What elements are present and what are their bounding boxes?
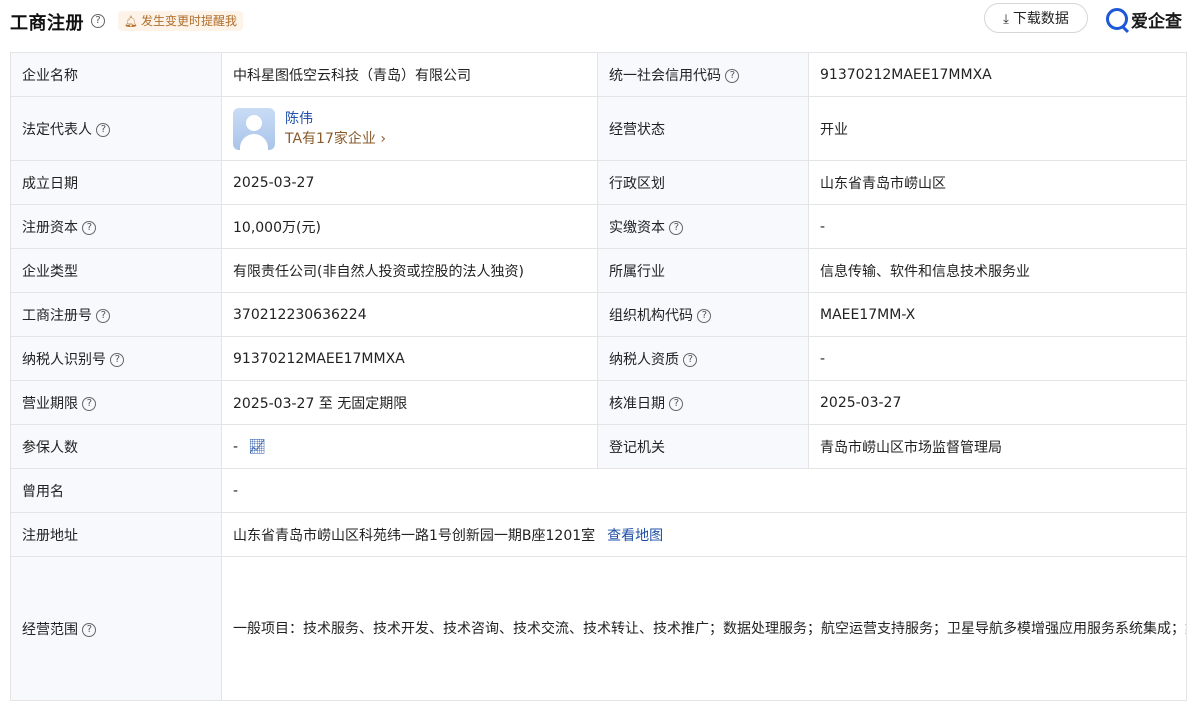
download-data-button[interactable]: ⤓ 下载数据 bbox=[984, 3, 1088, 33]
company-type-value: 有限责任公司(非自然人投资或控股的法人独资) bbox=[221, 248, 598, 293]
question-circle-icon[interactable]: ? bbox=[110, 352, 125, 367]
field-label: 工商注册号 ? bbox=[10, 292, 222, 337]
capital-value: 10,000万(元) bbox=[221, 204, 598, 249]
brand-name: 爱企查 bbox=[1131, 11, 1182, 32]
former-name-value: - bbox=[221, 468, 1187, 513]
address-cell: 山东省青岛市崂山区科苑纬一路1号创新园一期B座1201室 查看地图 bbox=[221, 512, 1187, 557]
field-label: 营业期限 ? bbox=[10, 380, 222, 425]
field-label: 纳税人资质 ? bbox=[597, 336, 809, 381]
brand-logo[interactable]: 爱企查 bbox=[1106, 6, 1182, 32]
table-row: 曾用名 - bbox=[10, 468, 1187, 513]
question-circle-icon[interactable]: ? bbox=[82, 622, 97, 637]
registration-table: 企业名称 中科星图低空云科技（青岛）有限公司 统一社会信用代码 ? 913702… bbox=[10, 52, 1187, 701]
table-row: 工商注册号 ? 370212230636224 组织机构代码 ? MAEE17M… bbox=[10, 292, 1187, 337]
section-title: 工商注册 bbox=[10, 13, 84, 34]
magnifier-logo-icon bbox=[1106, 8, 1128, 30]
insured-cell: - 📈︎ bbox=[221, 424, 598, 469]
download-icon: ⤓ bbox=[1003, 12, 1009, 27]
question-circle-icon[interactable]: ? bbox=[91, 14, 105, 28]
credit-code-value: 91370212MAEE17MMXA bbox=[808, 52, 1187, 97]
view-map-link[interactable]: 查看地图 bbox=[607, 528, 663, 544]
taxpayer-id-value: 91370212MAEE17MMXA bbox=[221, 336, 598, 381]
field-label: 统一社会信用代码 ? bbox=[597, 52, 809, 97]
table-row: 注册资本 ? 10,000万(元) 实缴资本 ? - bbox=[10, 204, 1187, 249]
table-row: 企业类型 有限责任公司(非自然人投资或控股的法人独资) 所属行业 信息传输、软件… bbox=[10, 248, 1187, 293]
business-scope-value: 一般项目：技术服务、技术开发、技术咨询、技术交流、技术转让、技术推广；数据处理服… bbox=[221, 556, 1187, 701]
legal-rep-companies-link[interactable]: TA有17家企业 › bbox=[285, 129, 386, 149]
region-value: 山东省青岛市崂山区 bbox=[808, 160, 1187, 205]
field-label: 登记机关 bbox=[597, 424, 809, 469]
question-circle-icon[interactable]: ? bbox=[82, 396, 97, 411]
status-value: 开业 bbox=[808, 96, 1187, 161]
field-label: 企业名称 bbox=[10, 52, 222, 97]
question-circle-icon[interactable]: ? bbox=[96, 308, 111, 323]
table-row: 纳税人识别号 ? 91370212MAEE17MMXA 纳税人资质 ? - bbox=[10, 336, 1187, 381]
table-row: 法定代表人 ? 陈伟 TA有17家企业 › 经营状态 开业 bbox=[10, 96, 1187, 161]
founded-value: 2025-03-27 bbox=[221, 160, 598, 205]
change-alert-button[interactable]: 🔔︎ 发生变更时提醒我 bbox=[118, 11, 243, 31]
approve-date-value: 2025-03-27 bbox=[808, 380, 1187, 425]
question-circle-icon[interactable]: ? bbox=[725, 68, 740, 83]
table-row: 企业名称 中科星图低空云科技（青岛）有限公司 统一社会信用代码 ? 913702… bbox=[10, 52, 1187, 97]
question-circle-icon[interactable]: ? bbox=[96, 122, 111, 137]
address-value: 山东省青岛市崂山区科苑纬一路1号创新园一期B座1201室 bbox=[233, 527, 596, 544]
field-label: 成立日期 bbox=[10, 160, 222, 205]
taxpayer-qual-value: - bbox=[808, 336, 1187, 381]
bell-icon: 🔔︎ bbox=[124, 15, 138, 28]
field-label: 实缴资本 ? bbox=[597, 204, 809, 249]
download-label: 下载数据 bbox=[1012, 11, 1069, 27]
chevron-right-icon: › bbox=[380, 130, 386, 147]
term-value: 2025-03-27 至 无固定期限 bbox=[221, 380, 598, 425]
avatar[interactable] bbox=[233, 107, 275, 150]
field-label: 注册资本 ? bbox=[10, 204, 222, 249]
question-circle-icon[interactable]: ? bbox=[697, 308, 712, 323]
insured-value: - bbox=[233, 438, 239, 455]
legal-rep-name-link[interactable]: 陈伟 bbox=[285, 109, 386, 129]
field-label: 法定代表人 ? bbox=[10, 96, 222, 161]
field-label: 行政区划 bbox=[597, 160, 809, 205]
table-row: 注册地址 山东省青岛市崂山区科苑纬一路1号创新园一期B座1201室 查看地图 bbox=[10, 512, 1187, 557]
reg-no-value: 370212230636224 bbox=[221, 292, 598, 337]
field-label: 注册地址 bbox=[10, 512, 222, 557]
section-header: 工商注册 ? 🔔︎ 发生变更时提醒我 ⤓ 下载数据 爱企查 bbox=[0, 0, 1192, 44]
table-row: 营业期限 ? 2025-03-27 至 无固定期限 核准日期 ? 2025-03… bbox=[10, 380, 1187, 425]
question-circle-icon[interactable]: ? bbox=[82, 220, 97, 235]
field-label: 纳税人识别号 ? bbox=[10, 336, 222, 381]
org-code-value: MAEE17MM-X bbox=[808, 292, 1187, 337]
field-label: 核准日期 ? bbox=[597, 380, 809, 425]
table-row: 成立日期 2025-03-27 行政区划 山东省青岛市崂山区 bbox=[10, 160, 1187, 205]
question-circle-icon[interactable]: ? bbox=[669, 220, 684, 235]
table-row: 参保人数 - 📈︎ 登记机关 青岛市崂山区市场监督管理局 bbox=[10, 424, 1187, 469]
table-row: 经营范围 ? 一般项目：技术服务、技术开发、技术咨询、技术交流、技术转让、技术推… bbox=[10, 556, 1187, 701]
question-circle-icon[interactable]: ? bbox=[683, 352, 698, 367]
field-label: 经营状态 bbox=[597, 96, 809, 161]
trend-chart-icon[interactable]: 📈︎ bbox=[248, 439, 266, 455]
legal-rep-cell: 陈伟 TA有17家企业 › bbox=[221, 96, 598, 161]
field-label: 经营范围 ? bbox=[10, 556, 222, 701]
industry-value: 信息传输、软件和信息技术服务业 bbox=[808, 248, 1187, 293]
field-label: 企业类型 bbox=[10, 248, 222, 293]
change-alert-label: 发生变更时提醒我 bbox=[140, 14, 237, 28]
paid-capital-value: - bbox=[808, 204, 1187, 249]
field-label: 所属行业 bbox=[597, 248, 809, 293]
field-label: 组织机构代码 ? bbox=[597, 292, 809, 337]
question-circle-icon[interactable]: ? bbox=[669, 396, 684, 411]
company-name-value: 中科星图低空云科技（青岛）有限公司 bbox=[221, 52, 598, 97]
field-label: 曾用名 bbox=[10, 468, 222, 513]
field-label: 参保人数 bbox=[10, 424, 222, 469]
authority-value: 青岛市崂山区市场监督管理局 bbox=[808, 424, 1187, 469]
